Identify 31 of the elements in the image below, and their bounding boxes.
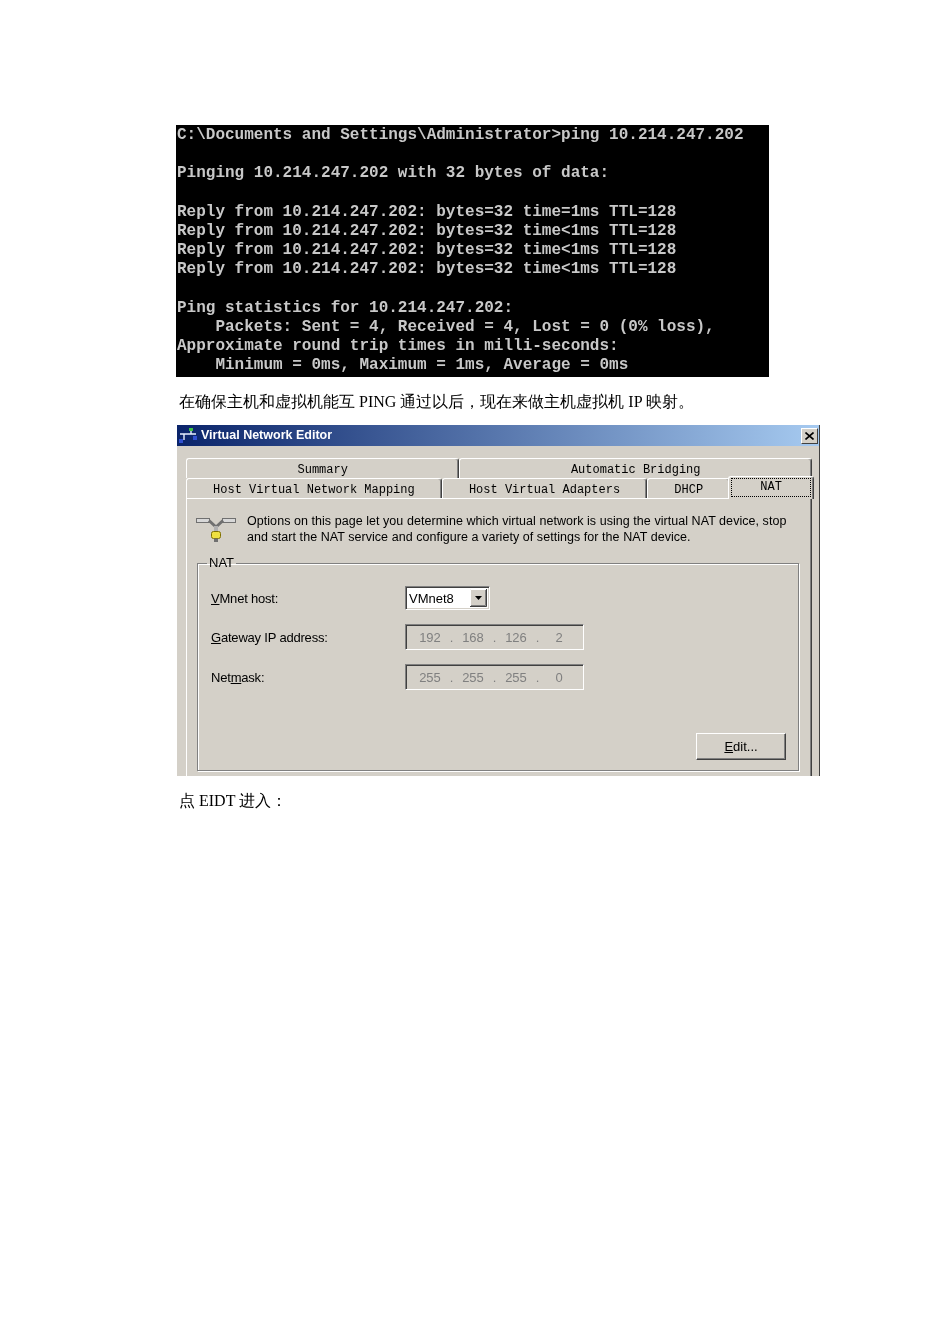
field-label: Gateway IP address: (211, 629, 328, 645)
field-label: Netmask: (211, 669, 265, 685)
tab[interactable]: Host Virtual Adapters (441, 478, 648, 498)
tab[interactable]: NAT (728, 476, 814, 499)
console-line: Pinging 10.214.247.202 with 32 bytes of data: (177, 164, 610, 184)
tab[interactable]: Automatic Bridging (459, 458, 812, 478)
vmnet-host-dropdown[interactable]: VMnet8 (405, 586, 490, 610)
network-icon (179, 428, 197, 443)
console-line: Reply from 10.214.247.202: bytes=32 time<1ms TTL=128 (177, 241, 677, 261)
tab[interactable]: Summary (186, 458, 460, 478)
group-label: NAT (208, 556, 236, 570)
caption-text: 在确保主机和虚拟机能互 PING 通过以后，现在来做主机虚拟机 IP 映射。 (179, 392, 694, 412)
plug-icon (196, 515, 236, 542)
console-line: Reply from 10.214.247.202: bytes=32 time<1ms TTL=128 (177, 260, 677, 280)
window-title: Virtual Network Editor (201, 428, 333, 443)
close-button[interactable] (801, 427, 818, 444)
description-text: Options on this page let you determine which virtual network is using the virtual NAT device, stop and start the NAT service and configure a variety of settings for the NAT device. (247, 513, 788, 545)
console-line: Reply from 10.214.247.202: bytes=32 time=1ms TTL=128 (177, 202, 677, 222)
field-label: VMnet host: (211, 590, 279, 606)
console-line: Reply from 10.214.247.202: bytes=32 time<1ms TTL=128 (177, 222, 677, 242)
edit-button[interactable]: Edit... (696, 733, 786, 760)
instruction-text: 点 EIDT 进入： (179, 791, 288, 811)
console-line: Ping statistics for 10.214.247.202: (177, 298, 514, 318)
console-line: Minimum = 0ms, Maximum = 1ms, Average = 0ms (214, 356, 629, 376)
console-line: Approximate round trip times in milli-seconds: (177, 337, 619, 357)
console-line: Packets: Sent = 4, Received = 4, Lost = 0 (0% loss), (214, 318, 715, 338)
caret-icon (470, 589, 487, 607)
tab[interactable]: Host Virtual Network Mapping (186, 478, 442, 498)
close-icon (805, 431, 814, 440)
console-line: C:\Documents and Settings\Administrator>ping 10.214.247.202 (177, 126, 744, 146)
tab[interactable]: DHCP (647, 478, 731, 498)
